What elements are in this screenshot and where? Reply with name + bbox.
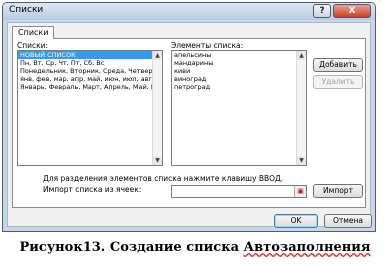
dialog-body: Списки Списки: НОВЫЙ СПИСОК Пн, Вт, Ср, Ч… [7,22,372,228]
title-bar[interactable]: Списки ? X [3,3,375,20]
lists-listbox[interactable]: НОВЫЙ СПИСОК Пн, Вт, Ср, Чт, Пт, Сб, Вс По… [17,50,163,166]
hint-text: Для разделения элементов списка нажмите … [43,174,284,183]
lists-scrollbar[interactable]: ▲ ▼ [152,51,162,165]
help-button[interactable]: ? [313,4,331,18]
element-item[interactable]: мандарины [172,59,306,67]
elements-listbox[interactable]: апельсины мандарины киви виноград петроград … [171,50,307,166]
lists-label: Списки: [17,41,49,50]
import-range-value [172,195,174,203]
caption-prefix: Рисунок13. Создание списка [19,240,244,255]
close-button[interactable]: X [333,4,371,18]
tab-lists[interactable]: Списки [12,26,55,39]
list-item[interactable]: Понедельник, Вторник, Среда, Четверг, П [18,67,162,75]
list-item[interactable]: НОВЫЙ СПИСОК [18,51,162,59]
elements-scrollbar[interactable]: ▲ ▼ [296,51,306,165]
lists-dialog: Списки ? X Списки Списки: НОВЫЙ СПИСОК Пн… [2,2,376,232]
list-item[interactable]: Пн, Вт, Ср, Чт, Пт, Сб, Вс [18,59,162,67]
add-button[interactable]: Добавить [313,58,363,72]
scroll-down-icon[interactable]: ▼ [153,156,162,165]
figure-caption: Рисунок13. Создание списка Автозаполнени… [0,240,390,255]
element-item[interactable]: апельсины [172,51,306,59]
element-item[interactable]: киви [172,67,306,75]
element-item[interactable]: виноград [172,75,306,83]
ok-button[interactable]: OK [274,214,318,228]
scroll-down-icon[interactable]: ▼ [297,156,306,165]
cancel-button[interactable]: Отмена [324,214,372,228]
scroll-up-icon[interactable]: ▲ [297,51,306,60]
dialog-title: Списки [9,5,44,15]
import-range-input[interactable]: ▣ [171,185,307,198]
scroll-up-icon[interactable]: ▲ [153,51,162,60]
delete-button[interactable]: Удалить [313,75,363,89]
list-item[interactable]: янв, фев, мар, апр, май, июн, июл, авг, … [18,75,162,83]
list-item[interactable]: Январь, Февраль, Март, Апрель, Май, Июн [18,83,162,91]
caption-underlined: Автозаполнения [243,240,371,255]
tab-panel: Списки: НОВЫЙ СПИСОК Пн, Вт, Ср, Чт, Пт, … [12,38,366,208]
import-button[interactable]: Импорт [313,184,363,198]
import-label: Импорт списка из ячеек: [43,185,142,194]
elements-label: Элементы списка: [171,41,244,50]
range-select-icon[interactable]: ▣ [294,186,306,197]
element-item[interactable]: петроград [172,83,306,91]
